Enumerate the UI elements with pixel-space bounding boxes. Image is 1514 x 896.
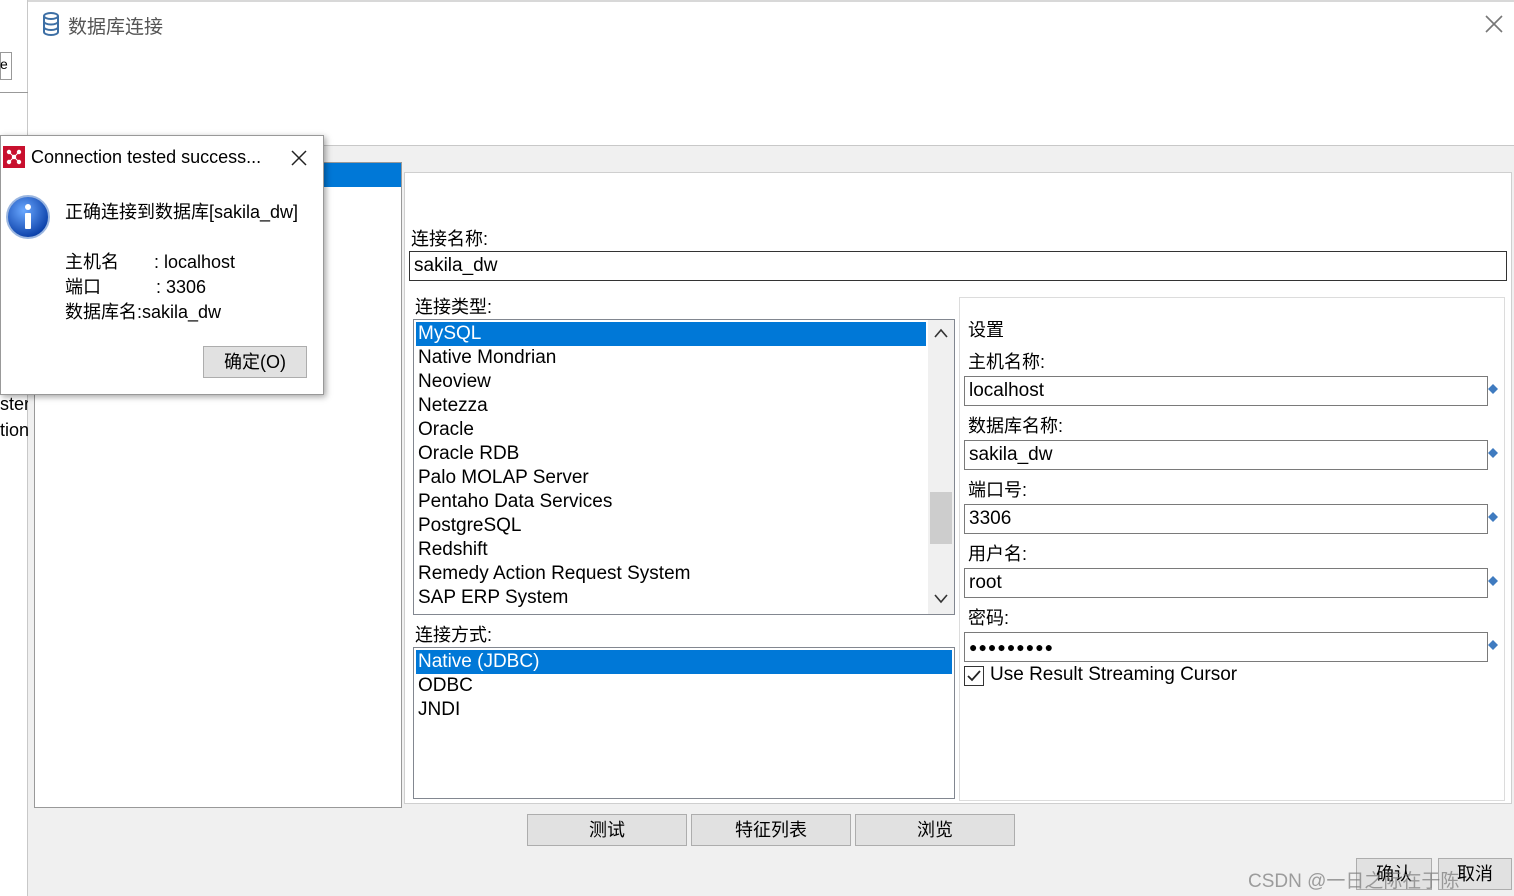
streaming-cursor-checkbox[interactable] bbox=[964, 666, 984, 686]
dialog-title: 数据库连接 bbox=[68, 17, 164, 38]
username-input[interactable]: root bbox=[964, 568, 1488, 598]
popup-ok-button[interactable]: 确定(O) bbox=[203, 346, 307, 378]
connection-type-item[interactable]: MySQL bbox=[416, 322, 926, 346]
access-method-item[interactable]: JNDI bbox=[416, 698, 952, 722]
dialog-header: 数据库连接 bbox=[28, 2, 1514, 146]
access-method-list[interactable]: Native (JDBC) ODBC JNDI bbox=[413, 647, 955, 799]
port-label: 端口号: bbox=[968, 480, 1028, 500]
password-input[interactable]: ●●●●●●●●● bbox=[964, 632, 1488, 662]
connection-name-input[interactable]: sakila_dw bbox=[409, 251, 1507, 281]
check-icon bbox=[967, 670, 981, 682]
host-input[interactable]: localhost bbox=[964, 376, 1488, 406]
app-icon bbox=[3, 146, 25, 168]
scroll-down-icon[interactable] bbox=[934, 594, 948, 604]
database-icon bbox=[43, 12, 59, 36]
popup-title: Connection tested success... bbox=[31, 147, 262, 167]
popup-db-line: 数据库名:sakila_dw bbox=[65, 302, 222, 322]
access-method-item[interactable]: ODBC bbox=[416, 674, 952, 698]
info-icon bbox=[6, 195, 50, 239]
access-method-label: 连接方式: bbox=[415, 625, 493, 645]
variable-icon[interactable] bbox=[1488, 384, 1498, 394]
connection-type-item[interactable]: Native Mondrian bbox=[416, 346, 926, 370]
port-input[interactable]: 3306 bbox=[964, 504, 1488, 534]
connection-success-popup: Connection tested success... 正确连接到数据库[sa… bbox=[0, 135, 324, 395]
streaming-cursor-label: Use Result Streaming Cursor bbox=[990, 664, 1238, 685]
settings-label: 设置 bbox=[968, 320, 1004, 340]
connection-type-item[interactable]: Oracle bbox=[416, 418, 926, 442]
scroll-thumb[interactable] bbox=[930, 492, 952, 544]
background-text-1: e bbox=[0, 56, 8, 72]
username-label: 用户名: bbox=[968, 544, 1028, 564]
connection-type-list[interactable]: MySQL Native Mondrian Neoview Netezza Oracle… bbox=[413, 319, 955, 615]
connection-type-item[interactable]: Remedy Action Request System bbox=[416, 562, 926, 586]
access-method-item[interactable]: Native (JDBC) bbox=[416, 650, 952, 674]
connection-type-item[interactable]: Palo MOLAP Server bbox=[416, 466, 926, 490]
connection-type-item[interactable]: Oracle RDB bbox=[416, 442, 926, 466]
test-button[interactable]: 测试 bbox=[527, 814, 687, 846]
close-icon[interactable] bbox=[1482, 12, 1506, 36]
popup-message: 正确连接到数据库[sakila_dw] bbox=[65, 202, 299, 222]
variable-icon[interactable] bbox=[1488, 640, 1498, 650]
connection-settings-panel: 连接名称: sakila_dw 连接类型: MySQL Native Mondri… bbox=[404, 172, 1512, 804]
popup-titlebar: Connection tested success... bbox=[1, 136, 323, 180]
connection-type-scrollbar[interactable] bbox=[928, 320, 954, 614]
host-label: 主机名称: bbox=[968, 352, 1046, 372]
database-name-input[interactable]: sakila_dw bbox=[964, 440, 1488, 470]
background-divider bbox=[0, 92, 28, 93]
variable-icon[interactable] bbox=[1488, 576, 1498, 586]
watermark: CSDN @一日之际在于陈 bbox=[1248, 871, 1460, 892]
popup-port-line: 端口 : 3306 bbox=[65, 277, 207, 297]
explore-button[interactable]: 浏览 bbox=[855, 814, 1015, 846]
feature-list-button[interactable]: 特征列表 bbox=[691, 814, 851, 846]
connection-name-label: 连接名称: bbox=[411, 229, 489, 249]
variable-icon[interactable] bbox=[1488, 512, 1498, 522]
connection-type-item[interactable]: Redshift bbox=[416, 538, 926, 562]
password-label: 密码: bbox=[968, 608, 1010, 628]
connection-type-item[interactable]: Netezza bbox=[416, 394, 926, 418]
background-text-2: ster bbox=[0, 394, 28, 414]
database-name-label: 数据库名称: bbox=[968, 416, 1064, 436]
variable-icon[interactable] bbox=[1488, 448, 1498, 458]
scroll-up-icon[interactable] bbox=[934, 328, 948, 338]
background-text-3: tion bbox=[0, 420, 28, 440]
close-icon[interactable] bbox=[289, 148, 309, 168]
connection-type-item[interactable]: Neoview bbox=[416, 370, 926, 394]
popup-host-line: 主机名 : localhost bbox=[65, 252, 236, 272]
connection-type-label: 连接类型: bbox=[415, 297, 493, 317]
connection-type-item[interactable]: PostgreSQL bbox=[416, 514, 926, 538]
connection-type-item[interactable]: SAP ERP System bbox=[416, 586, 926, 610]
connection-type-item[interactable]: Pentaho Data Services bbox=[416, 490, 926, 514]
settings-group: 设置 主机名称: localhost 数据库名称: sakila_dw 端口号:… bbox=[959, 297, 1505, 801]
